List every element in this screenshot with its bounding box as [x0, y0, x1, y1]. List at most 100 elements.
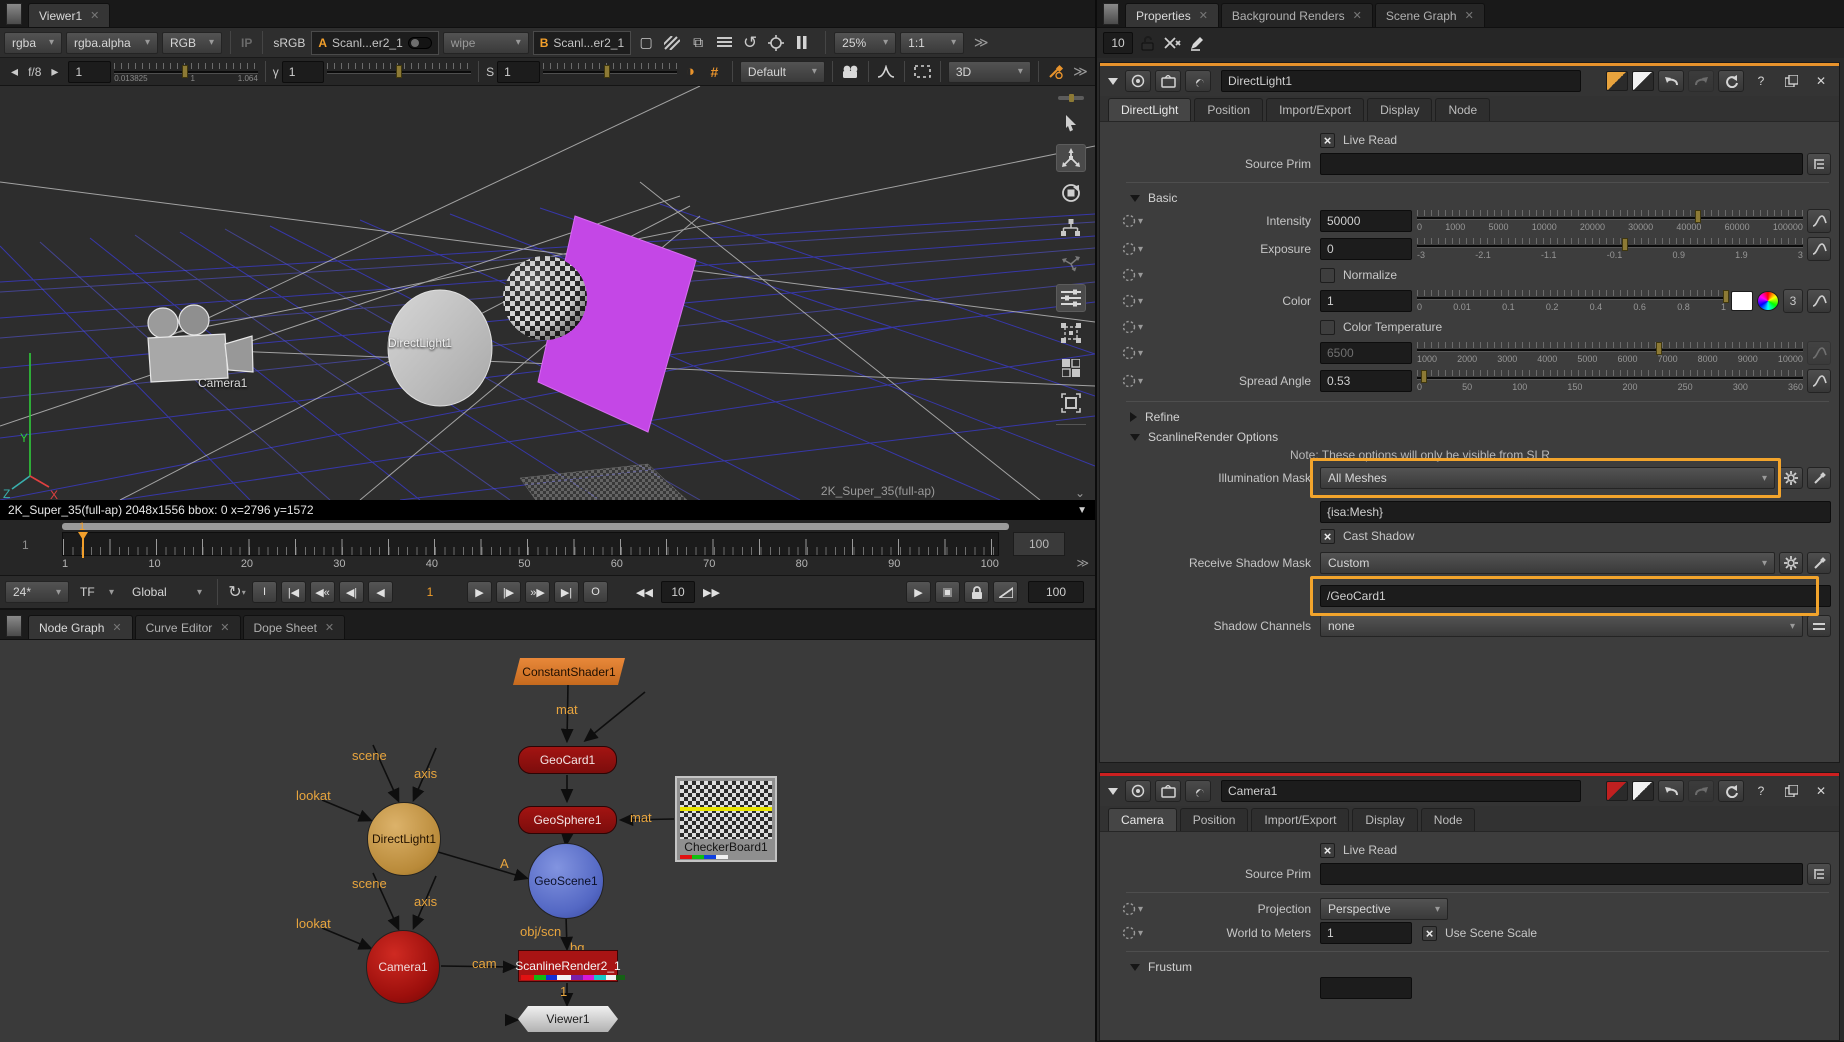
tab-viewer1[interactable]: Viewer1 ✕ [28, 3, 110, 27]
tab-curve-editor[interactable]: Curve Editor✕ [135, 615, 241, 639]
gear-icon[interactable] [1779, 552, 1803, 574]
gamma-field[interactable]: 1 [282, 61, 325, 83]
gamma-slider[interactable] [327, 62, 471, 82]
pause-icon[interactable] [791, 33, 813, 53]
node-directlight1[interactable]: DirectLight1 [367, 802, 441, 876]
color-channels-button[interactable]: 3 [1783, 289, 1803, 313]
close-panel-icon[interactable]: ✕ [1808, 70, 1834, 92]
animation-menu-icon[interactable]: ▾ [1108, 294, 1148, 309]
tab-properties[interactable]: Properties✕ [1125, 3, 1219, 27]
node-geosphere1[interactable]: GeoSphere1 [518, 806, 617, 834]
close-icon[interactable]: ✕ [325, 621, 334, 634]
increment-button[interactable]: ▶▶ [699, 581, 724, 603]
color-temperature-checkbox[interactable] [1320, 320, 1335, 335]
scenegraph-browse-icon[interactable] [1807, 153, 1831, 175]
pixel-ratio-dropdown[interactable]: 1:1▾ [900, 32, 964, 54]
play-forward-button[interactable]: ▶ [467, 581, 492, 603]
fps-dropdown[interactable]: 24*▾ [5, 581, 69, 603]
node-geocard1[interactable]: GeoCard1 [518, 746, 617, 774]
exposure-slider[interactable]: -3-2.1-1.1-0.10.91.93 [1417, 236, 1803, 262]
eyedropper-icon[interactable] [1807, 467, 1831, 489]
tab-camera[interactable]: Camera [1108, 808, 1177, 831]
tab-directlight[interactable]: DirectLight [1108, 98, 1191, 121]
curve-editor-icon[interactable] [1807, 341, 1831, 365]
marquee-icon[interactable] [912, 62, 933, 82]
prev-keyframe-button[interactable]: ◀« [310, 581, 335, 603]
rotate-tool-icon[interactable] [1056, 179, 1086, 207]
saturation-field[interactable]: 1 [497, 61, 540, 83]
flipbook-button[interactable]: ▶ [906, 581, 931, 603]
close-icon[interactable]: ✕ [90, 9, 99, 22]
receive-shadow-mask-dropdown[interactable]: Custom▾ [1320, 552, 1775, 574]
step-forward-button[interactable]: |▶ [496, 581, 521, 603]
node-geoscene1[interactable]: GeoScene1 [528, 843, 604, 919]
mask-expression-field[interactable]: {isa:Mesh} [1320, 501, 1831, 523]
shadow-channels-dropdown[interactable]: none▾ [1320, 615, 1803, 637]
spread-angle-field[interactable]: 0.53 [1320, 370, 1412, 392]
saturation-slider[interactable] [543, 62, 677, 82]
play-backward-button[interactable]: ◀ [368, 581, 393, 603]
collapse-panel-icon[interactable] [1105, 780, 1121, 802]
prev-aperture-icon[interactable]: ◂ [4, 62, 25, 82]
color-swatch[interactable] [1731, 291, 1753, 311]
ab-toggle[interactable] [408, 37, 432, 49]
ramp-button[interactable] [993, 581, 1018, 603]
node-checkerboard1[interactable]: CheckerBoard1 [675, 776, 777, 862]
clear-panels-icon[interactable] [1163, 36, 1181, 50]
close-icon[interactable]: ✕ [1353, 9, 1362, 22]
help-button[interactable]: ? [1748, 70, 1774, 92]
timeline-ruler[interactable]: 1 [62, 532, 999, 556]
view-mode-dropdown[interactable]: 3D▾ [948, 61, 1031, 83]
wrench-icon[interactable] [1185, 780, 1211, 802]
help-button[interactable]: ? [1748, 780, 1774, 802]
tab-background-renders[interactable]: Background Renders✕ [1221, 3, 1373, 27]
lock-range-button[interactable] [964, 581, 989, 603]
animation-menu-icon[interactable]: ▾ [1108, 242, 1148, 257]
node-color-swatch[interactable] [1606, 781, 1628, 801]
alpha-layer-dropdown[interactable]: rgba.alpha▾ [66, 32, 158, 54]
gain-field[interactable]: 1 [68, 61, 111, 83]
curve-icon[interactable] [876, 62, 897, 82]
node-color-swatch[interactable] [1606, 71, 1628, 91]
world-to-meters-field[interactable]: 1 [1320, 922, 1412, 944]
edit-panels-icon[interactable] [1189, 36, 1204, 51]
redo-icon[interactable] [1688, 70, 1714, 92]
transform-handles-icon[interactable] [1056, 319, 1086, 347]
goto-end-button[interactable]: ▶| [554, 581, 579, 603]
node-graph-canvas[interactable]: ConstantShader1 mat GeoCard1 GeoSphere1 … [0, 640, 1095, 1042]
frustum-field[interactable] [1320, 977, 1412, 999]
range-end-field[interactable]: 100 [1028, 581, 1084, 603]
info-dropdown-icon[interactable]: ▼ [1077, 505, 1087, 516]
node-scanlinerender2-1[interactable]: ScanlineRender2_1 [518, 950, 618, 982]
channels-menu-icon[interactable] [1807, 615, 1831, 637]
temperature-field[interactable]: 6500 [1320, 342, 1412, 364]
increment-field[interactable]: 10 [661, 581, 695, 603]
ip-toggle[interactable]: IP [239, 36, 254, 50]
pane-menu-icon[interactable] [6, 3, 22, 25]
safe-zone-icon[interactable]: ▢ [635, 33, 657, 53]
pane-menu-icon[interactable] [1103, 3, 1119, 25]
color-field[interactable]: 1 [1320, 290, 1412, 312]
sample-eyedropper-icon[interactable] [1046, 62, 1067, 82]
cast-shadow-checkbox[interactable]: × [1320, 529, 1335, 544]
range-mode-dropdown[interactable]: Global▾ [125, 581, 209, 603]
intensity-field[interactable]: 50000 [1320, 210, 1412, 232]
toolbar2-expand-icon[interactable]: ≫ [1070, 62, 1091, 82]
select-tool-icon[interactable] [1056, 109, 1086, 137]
postage-stamp-icon[interactable] [1155, 780, 1181, 802]
source-prim-field[interactable] [1320, 153, 1803, 175]
color-wheel-icon[interactable] [1757, 291, 1779, 311]
split-view-icon[interactable] [1056, 354, 1086, 382]
revert-icon[interactable] [1718, 780, 1744, 802]
live-read-checkbox[interactable]: × [1320, 843, 1335, 858]
center-node-icon[interactable] [1125, 70, 1151, 92]
undo-icon[interactable] [1658, 70, 1684, 92]
close-icon[interactable]: ✕ [220, 621, 229, 634]
timeline-expand-icon[interactable]: ≫ [1076, 556, 1089, 570]
tab-dope-sheet[interactable]: Dope Sheet✕ [243, 615, 346, 639]
set-in-button[interactable]: I [252, 581, 277, 603]
curve-editor-icon[interactable] [1807, 289, 1831, 313]
curve-editor-icon[interactable] [1807, 369, 1831, 393]
proxy-icon[interactable]: ⧉ [687, 33, 709, 53]
tab-node[interactable]: Node [1435, 98, 1490, 121]
